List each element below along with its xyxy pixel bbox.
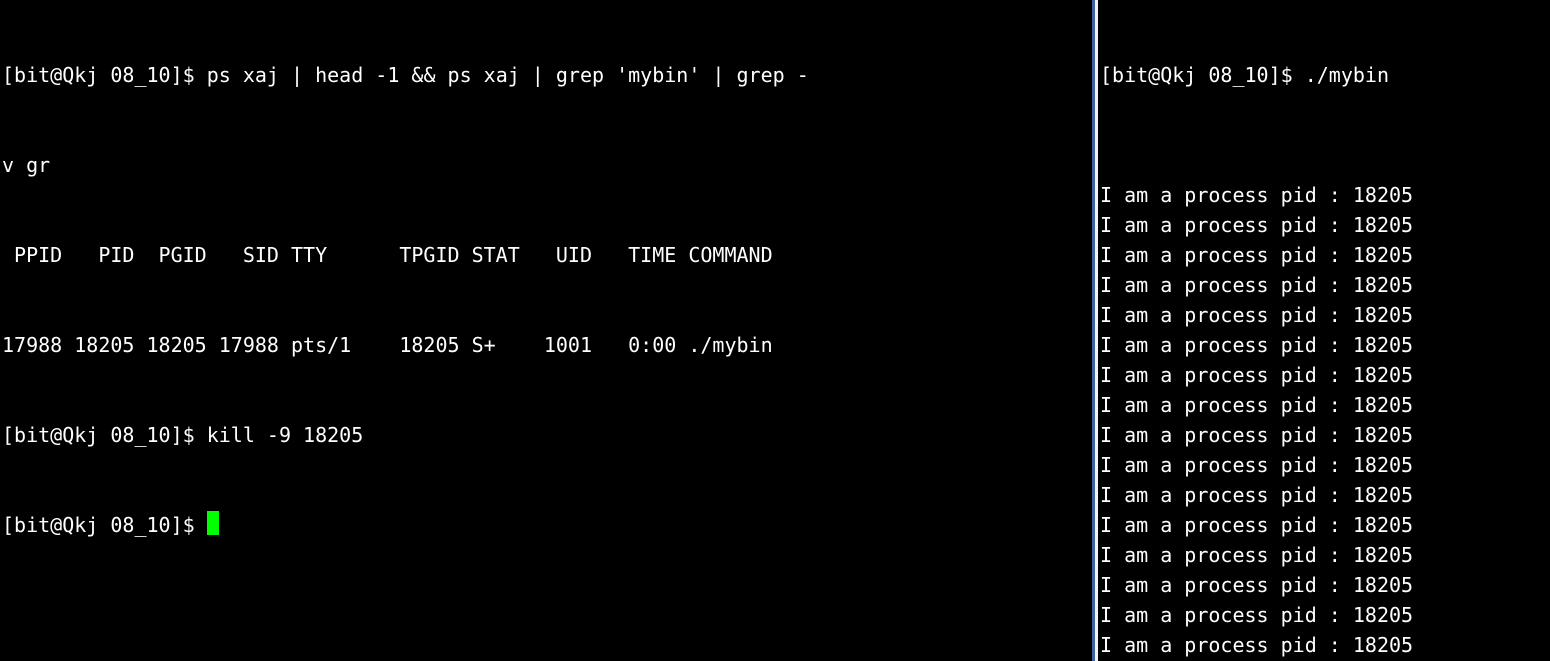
cmd-line: [bit@Qkj 08_10]$ ./mybin [1100, 60, 1548, 90]
process-output-line: I am a process pid : 18205 [1100, 240, 1548, 270]
terminal-right-pane[interactable]: [bit@Qkj 08_10]$ ./mybin I am a process … [1098, 0, 1550, 661]
cursor-icon [207, 511, 219, 535]
process-output-line: I am a process pid : 18205 [1100, 540, 1548, 570]
process-output-line: I am a process pid : 18205 [1100, 360, 1548, 390]
process-output-line: I am a process pid : 18205 [1100, 630, 1548, 660]
process-output-line: I am a process pid : 18205 [1100, 420, 1548, 450]
process-output-line: I am a process pid : 18205 [1100, 330, 1548, 360]
prompt: [bit@Qkj 08_10]$ [2, 63, 207, 87]
cmd-line-wrap: v gr [2, 150, 1090, 180]
command-text: kill -9 18205 [207, 423, 364, 447]
process-output-line: I am a process pid : 18205 [1100, 480, 1548, 510]
prompt: [bit@Qkj 08_10]$ [2, 423, 207, 447]
prompt: [bit@Qkj 08_10]$ [2, 513, 207, 537]
process-output-line: I am a process pid : 18205 [1100, 300, 1548, 330]
process-output-line: I am a process pid : 18205 [1100, 210, 1548, 240]
process-output-line: I am a process pid : 18205 [1100, 570, 1548, 600]
cmd-line: [bit@Qkj 08_10]$ kill -9 18205 [2, 420, 1090, 450]
command-text: ps xaj | head -1 && ps xaj | grep 'mybin… [207, 63, 809, 87]
prompt-line: [bit@Qkj 08_10]$ [2, 510, 1090, 540]
process-output-line: I am a process pid : 18205 [1100, 180, 1548, 210]
process-output-line: I am a process pid : 18205 [1100, 600, 1548, 630]
ps-header: PPID PID PGID SID TTY TPGID STAT UID TIM… [2, 240, 1090, 270]
process-output-line: I am a process pid : 18205 [1100, 510, 1548, 540]
ps-row: 17988 18205 18205 17988 pts/1 18205 S+ 1… [2, 330, 1090, 360]
process-output-line: I am a process pid : 18205 [1100, 270, 1548, 300]
process-output-line: I am a process pid : 18205 [1100, 390, 1548, 420]
cmd-line: [bit@Qkj 08_10]$ ps xaj | head -1 && ps … [2, 60, 1090, 90]
command-text: ./mybin [1305, 63, 1389, 87]
prompt: [bit@Qkj 08_10]$ [1100, 63, 1305, 87]
process-output-line: I am a process pid : 18205 [1100, 450, 1548, 480]
terminal-split-wrap: [bit@Qkj 08_10]$ ps xaj | head -1 && ps … [0, 0, 1550, 661]
terminal-left-pane[interactable]: [bit@Qkj 08_10]$ ps xaj | head -1 && ps … [0, 0, 1092, 661]
